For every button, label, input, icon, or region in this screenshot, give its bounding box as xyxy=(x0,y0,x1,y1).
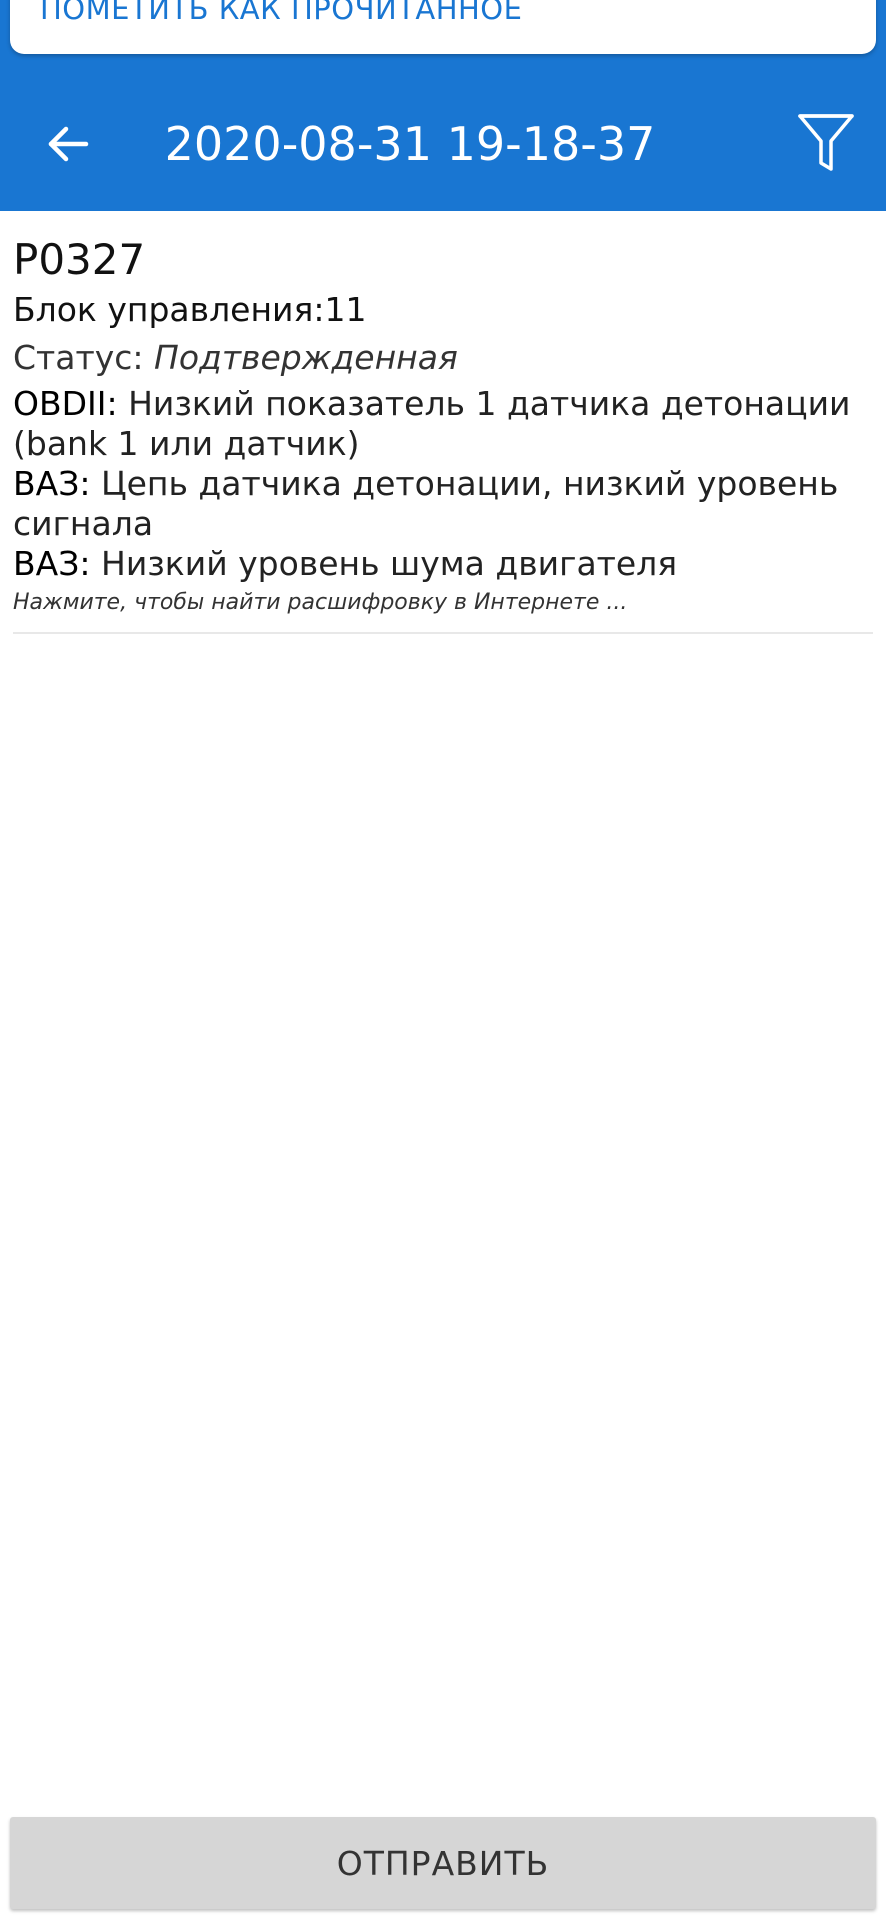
dtc-list-item[interactable]: P0327 Блок управления:11 Статус: Подтвер… xyxy=(13,226,873,634)
filter-icon xyxy=(798,114,854,171)
dtc-code: P0327 xyxy=(13,235,146,284)
app-bar: ПОМЕТИТЬ КАК ПРОЧИТАННОЕ 2020-08-31 19-1… xyxy=(0,0,886,211)
description-label: ВАЗ: xyxy=(13,464,91,503)
description-obdii: OBDII: Низкий показатель 1 датчика детон… xyxy=(13,384,873,464)
status-value: Подтвержденная xyxy=(154,338,458,377)
description-text: Низкий показатель 1 датчика детонации (b… xyxy=(13,384,851,463)
dtc-details-screen: ПОМЕТИТЬ КАК ПРОЧИТАННОЕ 2020-08-31 19-1… xyxy=(0,0,886,1920)
back-button[interactable] xyxy=(36,112,100,176)
control-unit-label: Блок управления:11 xyxy=(13,290,367,329)
send-button[interactable]: ОТПРАВИТЬ xyxy=(10,1817,876,1909)
description-vaz: ВАЗ: Низкий уровень шума двигателя xyxy=(13,544,873,584)
filter-button[interactable] xyxy=(790,108,862,180)
description-label: OBDII: xyxy=(13,384,118,423)
status-label: Статус: xyxy=(13,338,144,377)
mark-as-read-card[interactable]: ПОМЕТИТЬ КАК ПРОЧИТАННОЕ xyxy=(10,0,876,54)
description-vaz: ВАЗ: Цепь датчика детонации, низкий уров… xyxy=(13,464,873,544)
mark-as-read-label: ПОМЕТИТЬ КАК ПРОЧИТАННОЕ xyxy=(40,0,523,26)
description-text: Цепь датчика детонации, низкий уровень с… xyxy=(13,464,839,543)
page-title: 2020-08-31 19-18-37 xyxy=(164,117,656,171)
arrow-left-icon xyxy=(48,126,89,162)
search-online-hint: Нажмите, чтобы найти расшифровку в Интер… xyxy=(13,590,628,615)
send-button-label: ОТПРАВИТЬ xyxy=(336,1843,550,1883)
description-text: Низкий уровень шума двигателя xyxy=(101,544,678,583)
dtc-status: Статус: Подтвержденная xyxy=(13,336,458,380)
description-label: ВАЗ: xyxy=(13,544,91,583)
